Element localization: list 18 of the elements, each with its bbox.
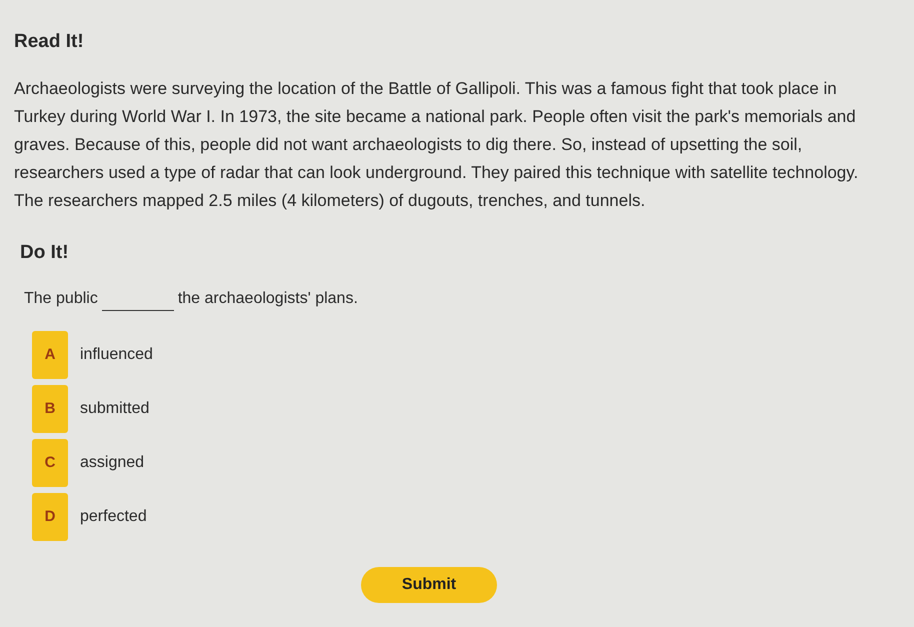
section-heading: Do It! — [19, 240, 69, 264]
answer-option[interactable]: D perfected — [32, 493, 252, 541]
passage-text: Archaeologists were surveying the location of the Battle of Gallipoli. This was a famous fight that took place in Turkey during World War I. In 1973, the site became a national park. People often visit the park's memorials and graves. Because of this, people did not want archaeologists to dig there. So, instead of upsetting the soil, researchers used a type of radar that can look underground. They paired this technique with satellite technology. The researchers mapped 2.5 miles (4 kilometers) of dugouts, trenches, and tunnels. — [14, 78, 860, 212]
option-text: assigned — [80, 453, 144, 473]
question-text: The public — [24, 289, 98, 309]
option-text: submitted — [80, 399, 150, 419]
section-heading: Read It! — [14, 30, 84, 54]
option-text: perfected — [80, 507, 147, 527]
option-letter: B — [32, 385, 68, 433]
option-letter: A — [32, 331, 68, 379]
option-letter: D — [32, 493, 68, 541]
answer-option[interactable]: C assigned — [32, 439, 252, 487]
answer-option[interactable]: B submitted — [32, 385, 252, 433]
answer-option[interactable]: A influenced — [32, 331, 252, 379]
option-letter: C — [32, 439, 68, 487]
submit-button[interactable]: Submit — [361, 567, 497, 603]
option-text: influenced — [80, 345, 153, 365]
question-text: the archaeologists' plans. — [178, 289, 358, 309]
